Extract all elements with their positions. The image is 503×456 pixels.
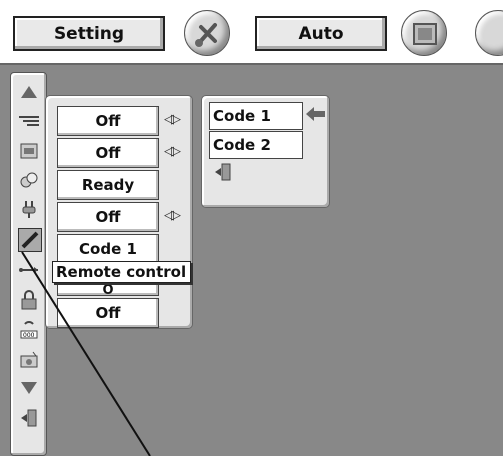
exit-icon[interactable] [214, 162, 232, 182]
auto-label: Auto [298, 23, 344, 44]
screen-icon[interactable] [401, 10, 447, 56]
setting-value-7[interactable]: Off [57, 298, 159, 328]
scroll-up-icon[interactable] [18, 81, 40, 103]
value-label: Off [95, 304, 121, 322]
value-label: Code 1 [79, 240, 137, 258]
filter-icon[interactable] [18, 349, 40, 371]
settings-value-panel: Off ◁▷ Off ◁▷ Ready Off ◁▷ Code 1 O ◁▷ O… [45, 95, 193, 329]
setting-value-3[interactable]: Ready [57, 170, 159, 200]
setting-label: Setting [53, 23, 125, 44]
code-option-label: Code 1 [213, 107, 271, 125]
value-label: Off [95, 112, 121, 130]
tooltip-label: Remote control [56, 263, 187, 281]
tools-icon[interactable] [184, 10, 230, 56]
pc-adjust-icon[interactable] [18, 109, 40, 131]
security-icon[interactable] [18, 289, 40, 311]
usb-icon[interactable] [18, 259, 40, 281]
auto-menu-button[interactable]: Auto [255, 16, 387, 51]
adjust-arrows-icon[interactable]: ◁▷ [164, 112, 186, 130]
value-label: Off [95, 208, 121, 226]
setting-value-4[interactable]: Off [57, 202, 159, 232]
image-select-icon[interactable] [18, 169, 40, 191]
lamp-counter-icon[interactable]: 000 [18, 319, 40, 341]
remote-code-submenu: Code 1 Code 2 [201, 95, 330, 208]
value-label: Ready [81, 176, 135, 194]
remote-control-tooltip: Remote control [52, 261, 191, 283]
value-label: Off [95, 144, 121, 162]
code-option-label: Code 2 [213, 136, 271, 154]
svg-text:000: 000 [23, 332, 35, 339]
exit-icon[interactable] [18, 407, 40, 429]
more-icon[interactable] [475, 10, 503, 56]
setting-menu-button[interactable]: Setting [13, 16, 165, 51]
remote-control-icon[interactable] [18, 228, 42, 252]
setting-value-remote-code[interactable]: Code 1 [57, 234, 159, 264]
power-icon[interactable] [18, 198, 40, 220]
setting-value-1[interactable]: Off [57, 106, 159, 136]
image-adjust-icon[interactable] [18, 139, 40, 161]
top-menu-bar: Setting Auto [0, 0, 503, 63]
scroll-down-icon[interactable] [18, 377, 40, 399]
code-option-2[interactable]: Code 2 [209, 131, 303, 159]
adjust-arrows-icon[interactable]: ◁▷ [164, 208, 186, 226]
adjust-arrows-icon[interactable]: ◁▷ [164, 144, 186, 162]
left-icon-sidebar: 000 [10, 72, 47, 456]
selected-arrow-icon [306, 106, 326, 122]
setting-value-2[interactable]: Off [57, 138, 159, 168]
value-label: O [102, 282, 114, 298]
code-option-1[interactable]: Code 1 [209, 102, 303, 130]
